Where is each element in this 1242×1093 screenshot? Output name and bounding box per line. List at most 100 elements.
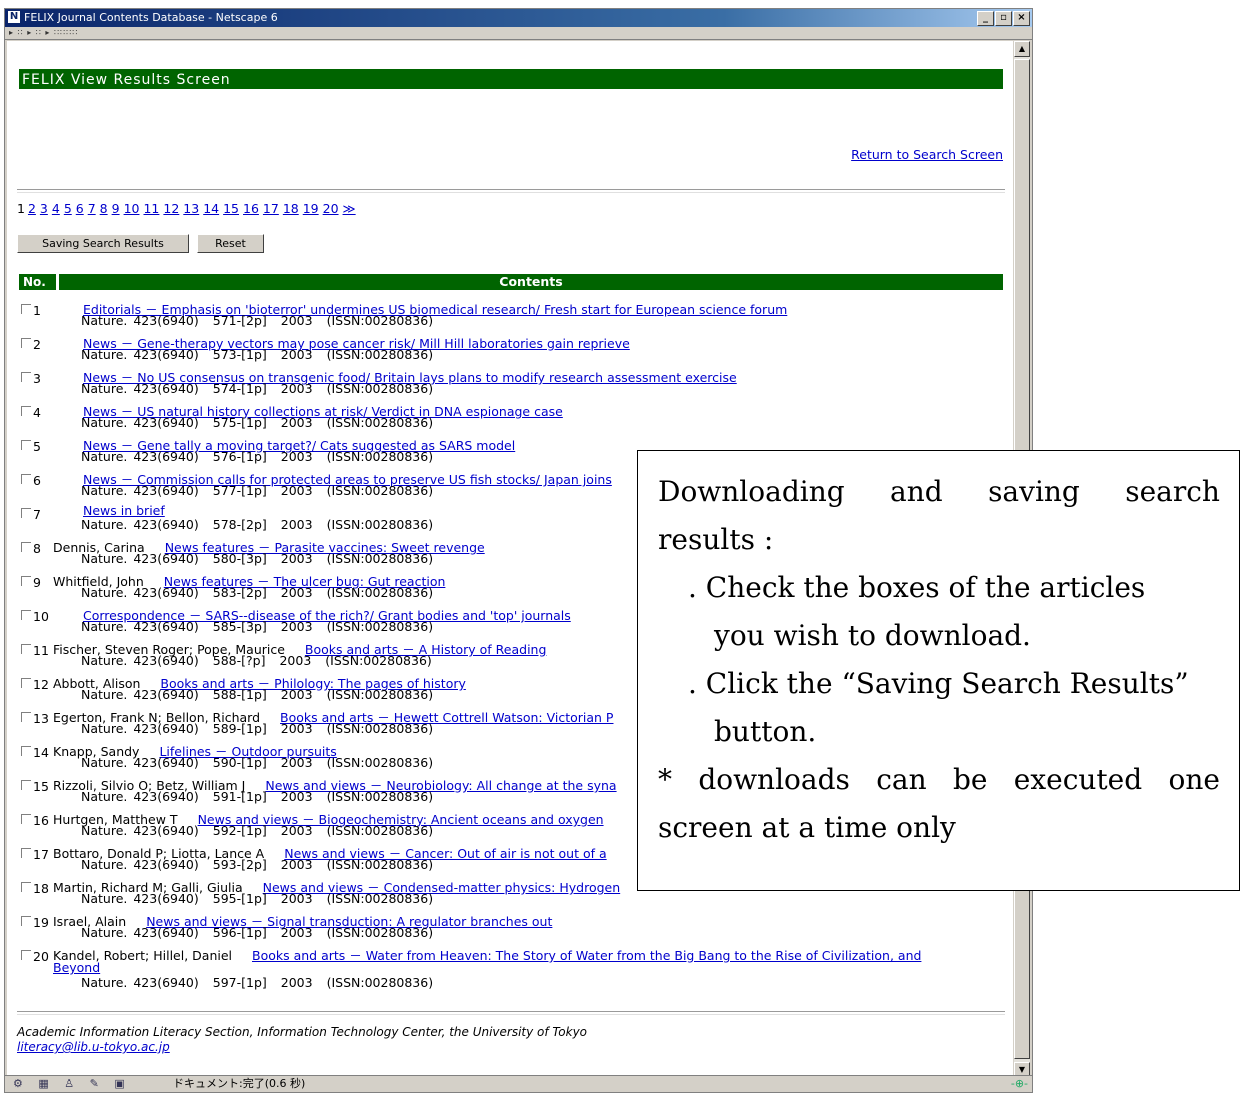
window-title: FELIX Journal Contents Database - Netsca… <box>24 11 278 24</box>
pager-link-9[interactable]: 9 <box>112 201 120 216</box>
select-checkbox[interactable] <box>21 440 31 450</box>
select-checkbox[interactable] <box>21 814 31 824</box>
select-checkbox[interactable] <box>21 610 31 620</box>
pager-link-12[interactable]: 12 <box>163 201 179 216</box>
select-checkbox[interactable] <box>21 848 31 858</box>
close-button[interactable]: × <box>1013 11 1030 26</box>
select-checkbox[interactable] <box>21 916 31 926</box>
pager-link-19[interactable]: 19 <box>303 201 319 216</box>
callout-line-8: screen at a time only <box>658 811 956 844</box>
article-link[interactable]: News in brief <box>83 503 165 518</box>
citation-issn: (ISSN:00280836) <box>326 823 434 838</box>
title-bar: N FELIX Journal Contents Database - Nets… <box>5 9 1032 27</box>
select-checkbox[interactable] <box>21 338 31 348</box>
citation-pages: 596-[1p] <box>212 925 267 940</box>
navigation-strip[interactable]: ▸ ∷ ▸ ∷ ▸ ∷∷∷∷ <box>5 27 1032 40</box>
citation-pages: 595-[1p] <box>212 891 267 906</box>
result-number: 16 <box>33 813 49 828</box>
select-checkbox[interactable] <box>21 882 31 892</box>
citation-line: Nature. 423(6940) 574-[1p] 2003 (ISSN:00280… <box>81 381 433 396</box>
pager-link-10[interactable]: 10 <box>124 201 140 216</box>
select-checkbox[interactable] <box>21 780 31 790</box>
column-header-no: No. <box>19 274 56 290</box>
select-checkbox[interactable] <box>21 542 31 552</box>
citation-journal: Nature. 423(6940) <box>81 653 199 668</box>
result-number: 6 <box>33 473 41 488</box>
citation-issn: (ISSN:00280836) <box>326 381 434 396</box>
pager-link-14[interactable]: 14 <box>203 201 219 216</box>
citation-issn: (ISSN:00280836) <box>326 483 434 498</box>
pager-link-16[interactable]: 16 <box>243 201 259 216</box>
pager-link-15[interactable]: 15 <box>223 201 239 216</box>
citation-issn: (ISSN:00280836) <box>326 891 434 906</box>
select-checkbox[interactable] <box>21 644 31 654</box>
select-checkbox[interactable] <box>21 372 31 382</box>
select-checkbox[interactable] <box>21 746 31 756</box>
footer-email-link[interactable]: literacy@lib.u-tokyo.ac.jp <box>17 1040 170 1054</box>
citation-line: Nature. 423(6940) 577-[1p] 2003 (ISSN:00280… <box>81 483 433 498</box>
pager-current-page: 1 <box>17 201 25 216</box>
result-number: 5 <box>33 439 41 454</box>
pager-link-5[interactable]: 5 <box>64 201 72 216</box>
citation-issn: (ISSN:00280836) <box>326 975 434 990</box>
save-results-button[interactable]: Saving Search Results <box>17 234 189 253</box>
pager-link-13[interactable]: 13 <box>183 201 199 216</box>
citation-issn: (ISSN:00280836) <box>326 347 434 362</box>
pager-link-3[interactable]: 3 <box>40 201 48 216</box>
select-checkbox[interactable] <box>21 950 31 960</box>
pager-link-11[interactable]: 11 <box>143 201 159 216</box>
result-number: 8 <box>33 541 41 556</box>
citation-line: Nature. 423(6940) 580-[3p] 2003 (ISSN:00280… <box>81 551 433 566</box>
citation-pages: 576-[1p] <box>212 449 267 464</box>
citation-pages: 593-[2p] <box>212 857 267 872</box>
instruction-callout: Downloading and saving search results : . C… <box>637 450 1240 891</box>
select-checkbox[interactable] <box>21 576 31 586</box>
security-icon: -⊕- <box>1010 1077 1028 1090</box>
result-number: 19 <box>33 915 49 930</box>
pager-link-17[interactable]: 17 <box>263 201 279 216</box>
minimize-button[interactable]: _ <box>977 11 994 26</box>
scroll-up-icon[interactable]: ▲ <box>1014 41 1030 57</box>
result-number: 3 <box>33 371 41 386</box>
reset-button[interactable]: Reset <box>197 234 264 253</box>
pager-link-18[interactable]: 18 <box>283 201 299 216</box>
citation-year: 2003 <box>280 721 313 736</box>
citation-pages: 588-[1p] <box>212 687 267 702</box>
select-checkbox[interactable] <box>21 304 31 314</box>
citation-year: 2003 <box>280 415 313 430</box>
select-checkbox[interactable] <box>21 474 31 484</box>
article-link-continued[interactable]: Beyond <box>53 960 100 975</box>
callout-line-3: . Check the boxes of the articles <box>688 571 1146 604</box>
citation-journal: Nature. 423(6940) <box>81 313 199 328</box>
result-number: 17 <box>33 847 49 862</box>
pager-link-2[interactable]: 2 <box>28 201 36 216</box>
select-checkbox[interactable] <box>21 508 31 518</box>
select-checkbox[interactable] <box>21 406 31 416</box>
result-number: 2 <box>33 337 41 352</box>
citation-pages: 571-[2p] <box>212 313 267 328</box>
status-text: ドキュメント:完了(0.6 秒) <box>173 1077 306 1090</box>
citation-issn: (ISSN:00280836) <box>326 313 434 328</box>
callout-line-2: results : <box>658 523 774 556</box>
pager-link-20[interactable]: 20 <box>323 201 339 216</box>
pager-link-4[interactable]: 4 <box>52 201 60 216</box>
result-row: 20 Kandel, Robert; Hillel, Daniel Books an… <box>19 945 1009 990</box>
footer-org: Academic Information Literacy Section, I… <box>17 1025 588 1039</box>
citation-journal: Nature. 423(6940) <box>81 415 199 430</box>
select-checkbox[interactable] <box>21 712 31 722</box>
pager-next-link[interactable]: ≫ <box>343 201 356 216</box>
article-link[interactable]: Books and arts － Water from Heaven: The … <box>252 948 921 963</box>
citation-year: 2003 <box>280 483 313 498</box>
pager-link-7[interactable]: 7 <box>88 201 96 216</box>
citation-journal: Nature. 423(6940) <box>81 789 199 804</box>
pager-link-8[interactable]: 8 <box>100 201 108 216</box>
pager-link-6[interactable]: 6 <box>76 201 84 216</box>
status-bar-icons[interactable]: ⚙ ▦ ♙ ✎ ▣ <box>13 1076 131 1092</box>
maximize-button[interactable]: ▫ <box>995 11 1012 26</box>
citation-line: Nature. 423(6940) 590-[1p] 2003 (ISSN:00280… <box>81 755 433 770</box>
return-to-search-link[interactable]: Return to Search Screen <box>851 147 1003 162</box>
citation-journal: Nature. 423(6940) <box>81 517 199 532</box>
nav-strip-grip[interactable]: ▸ ∷ ▸ ∷ ▸ ∷∷∷∷ <box>9 28 78 37</box>
select-checkbox[interactable] <box>21 678 31 688</box>
citation-year: 2003 <box>280 975 313 990</box>
